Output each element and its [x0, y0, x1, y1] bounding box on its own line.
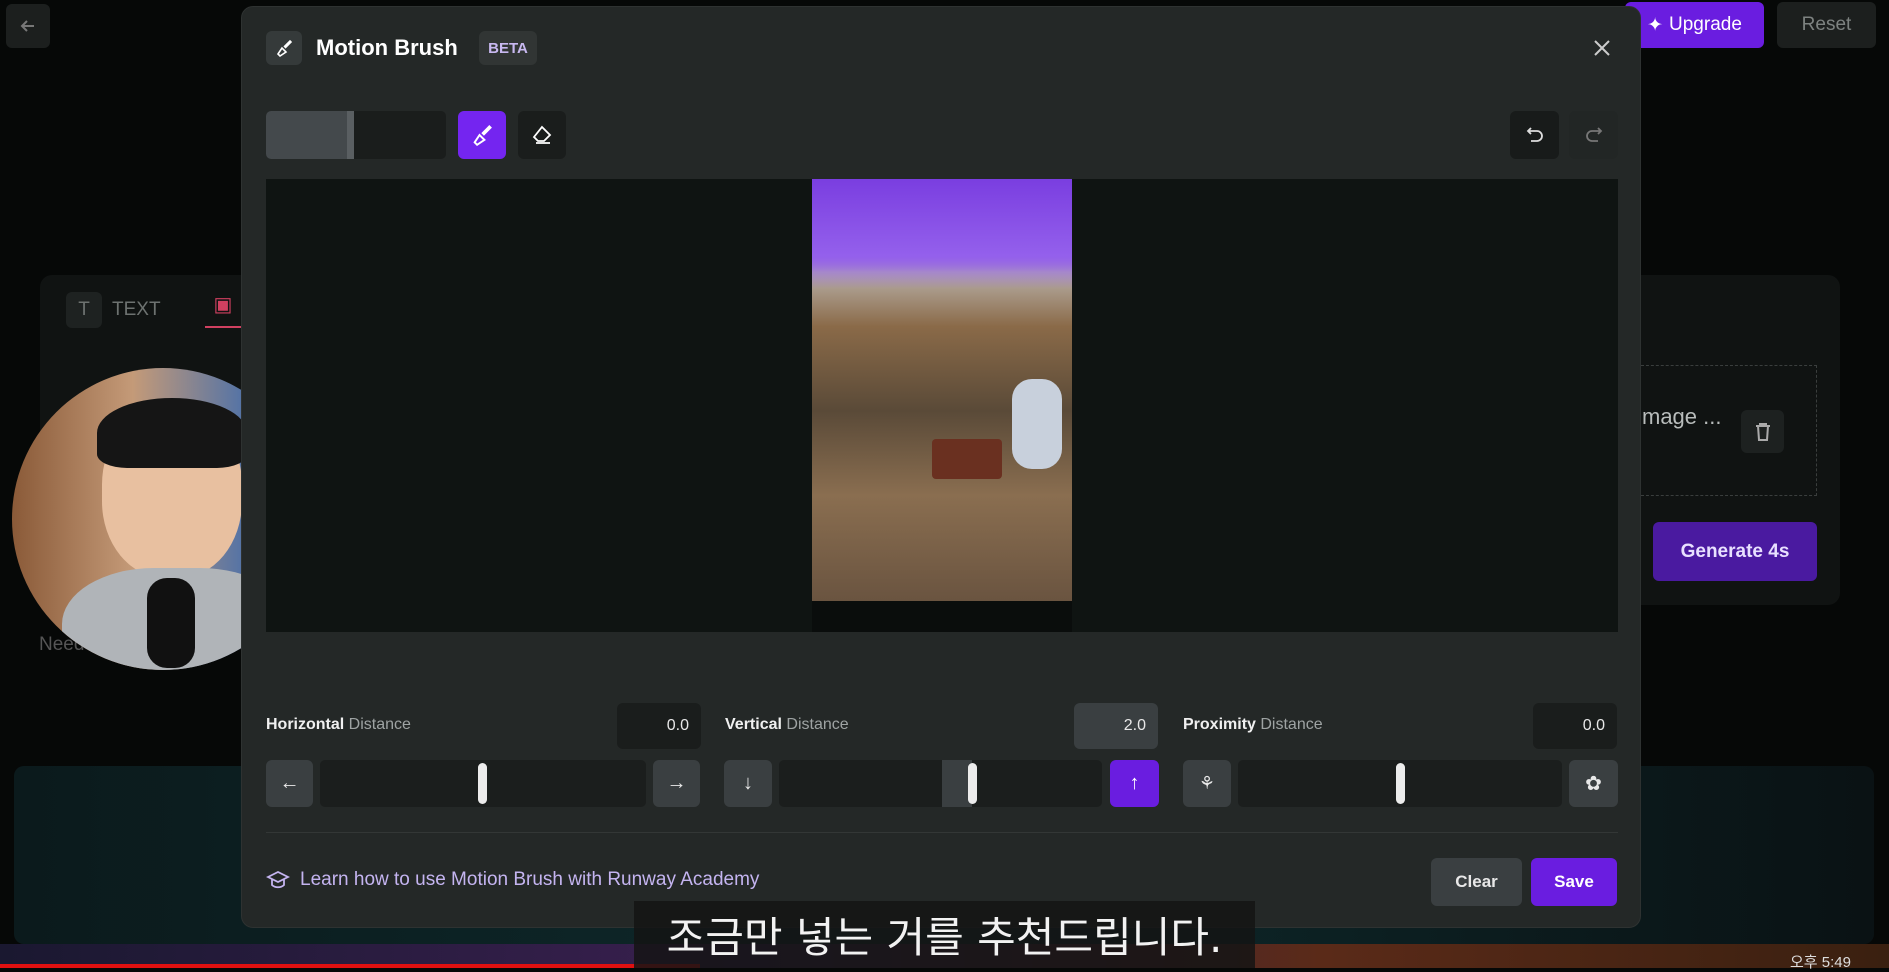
redo-icon	[1585, 127, 1602, 142]
brush-size-slider[interactable]	[266, 111, 446, 159]
trash-icon	[1755, 422, 1770, 441]
eraser-tool-button[interactable]	[518, 111, 566, 159]
sparkle-icon: ✦	[1647, 14, 1664, 36]
brush-tool-button[interactable]	[458, 111, 506, 159]
flower-open-icon: ✿	[1585, 773, 1602, 795]
clear-button[interactable]: Clear	[1431, 858, 1522, 906]
horizontal-value[interactable]: 0.0	[617, 703, 701, 749]
undo-button[interactable]	[1510, 111, 1559, 159]
motion-brush-dialog: Motion Brush BETA Horizontal Distance 0.…	[241, 6, 1641, 928]
proximity-near-button[interactable]: ⚘	[1183, 760, 1231, 807]
brush-canvas[interactable]	[266, 179, 1618, 632]
proximity-slider[interactable]	[1238, 760, 1562, 807]
image-tab-icon[interactable]: ▣	[205, 292, 241, 328]
divider	[266, 832, 1618, 833]
move-right-button[interactable]: →	[653, 760, 700, 807]
video-subtitle: 조금만 넣는 거를 추천드립니다.	[634, 901, 1255, 968]
beta-badge: BETA	[479, 31, 537, 65]
arrow-left-icon	[20, 20, 34, 32]
arrow-left-icon: ←	[279, 772, 300, 794]
source-image	[812, 179, 1072, 601]
horizontal-label: Horizontal Distance	[266, 716, 411, 733]
move-left-button[interactable]: ←	[266, 760, 313, 807]
back-button[interactable]	[6, 4, 50, 48]
proximity-value[interactable]: 0.0	[1533, 703, 1617, 749]
close-button[interactable]	[1587, 33, 1617, 63]
horizontal-slider[interactable]	[320, 760, 646, 807]
image-filename: mage ...	[1642, 404, 1722, 429]
vertical-slider[interactable]	[779, 760, 1102, 807]
proximity-far-button[interactable]: ✿	[1569, 760, 1618, 807]
text-icon: T	[66, 292, 102, 328]
vertical-label: Vertical Distance	[725, 716, 849, 733]
brush-icon	[473, 125, 492, 146]
eraser-icon	[532, 125, 552, 144]
arrow-down-icon: ↓	[743, 772, 753, 794]
image-dropzone[interactable]	[1641, 365, 1817, 496]
delete-image-button[interactable]	[1741, 410, 1784, 453]
graduation-cap-icon	[266, 870, 290, 889]
upgrade-button[interactable]: ✦ Upgrade	[1625, 2, 1764, 48]
academy-link[interactable]: Learn how to use Motion Brush with Runwa…	[266, 869, 759, 891]
taskbar-clock: 오후 5:49	[1790, 954, 1851, 971]
video-progress-bar[interactable]	[0, 964, 700, 968]
tab-text[interactable]: T TEXT	[66, 292, 161, 328]
close-icon	[1594, 40, 1610, 56]
undo-icon	[1526, 127, 1543, 142]
proximity-label: Proximity Distance	[1183, 716, 1323, 733]
dialog-title: Motion Brush	[316, 35, 458, 60]
arrow-up-icon: ↑	[1129, 772, 1140, 794]
vertical-value[interactable]: 2.0	[1074, 703, 1158, 749]
save-button[interactable]: Save	[1531, 858, 1617, 906]
generate-button[interactable]: Generate 4s	[1653, 522, 1817, 581]
redo-button[interactable]	[1569, 111, 1618, 159]
flower-closed-icon: ⚘	[1198, 773, 1216, 793]
motion-brush-icon	[266, 31, 302, 65]
move-down-button[interactable]: ↓	[724, 760, 772, 807]
reset-button[interactable]: Reset	[1777, 2, 1876, 48]
move-up-button[interactable]: ↑	[1110, 760, 1159, 807]
arrow-right-icon: →	[666, 772, 687, 794]
